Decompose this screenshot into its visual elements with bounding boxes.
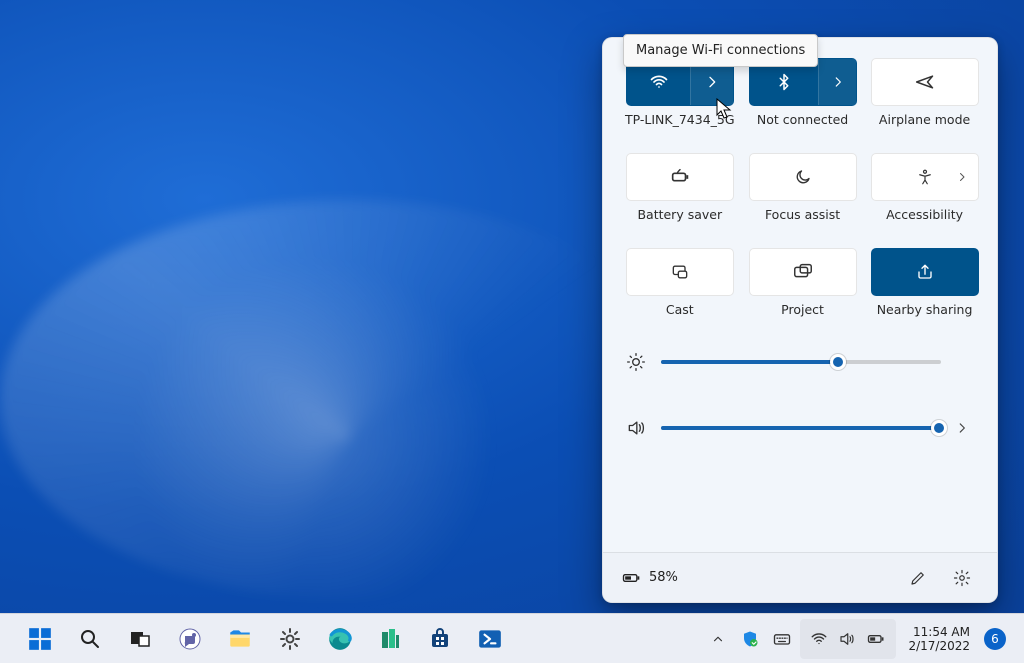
clock-time: 11:54 AM bbox=[908, 625, 970, 639]
airplane-mode-tile[interactable] bbox=[871, 58, 979, 106]
tooltip-manage-wifi: Manage Wi-Fi connections bbox=[623, 34, 818, 67]
brightness-icon bbox=[625, 351, 647, 373]
airplane-icon bbox=[915, 72, 935, 92]
volume-slider[interactable] bbox=[661, 418, 941, 438]
volume-icon bbox=[625, 417, 647, 439]
taskbar-pinned-apps bbox=[0, 619, 512, 659]
bluetooth-label: Not connected bbox=[757, 112, 848, 127]
task-view-button[interactable] bbox=[118, 619, 162, 659]
teams-chat-button[interactable] bbox=[168, 619, 212, 659]
powershell-button[interactable] bbox=[468, 619, 512, 659]
open-settings-button[interactable] bbox=[945, 561, 979, 595]
airplane-label: Airplane mode bbox=[879, 112, 970, 127]
notification-count: 6 bbox=[991, 632, 999, 646]
project-tile[interactable] bbox=[749, 248, 857, 296]
quick-settings-tiles: TP-LINK_7434_5G Not connected bbox=[603, 38, 997, 335]
tooltip-text: Manage Wi-Fi connections bbox=[636, 43, 805, 58]
nearby-sharing-label: Nearby sharing bbox=[877, 302, 973, 317]
touch-keyboard-button[interactable] bbox=[768, 619, 796, 659]
search-icon bbox=[78, 627, 102, 651]
task-view-icon bbox=[128, 627, 152, 651]
volume-row bbox=[625, 417, 975, 439]
cast-tile[interactable] bbox=[626, 248, 734, 296]
store-icon bbox=[428, 627, 452, 651]
building-icon bbox=[378, 627, 402, 651]
wifi-label: TP-LINK_7434_5G bbox=[625, 112, 735, 127]
taskbar: 11:54 AM 2/17/2022 6 bbox=[0, 613, 1024, 663]
volume-icon bbox=[838, 630, 856, 648]
cast-icon bbox=[670, 262, 690, 282]
battery-percent-text: 58% bbox=[649, 570, 678, 585]
edge-icon bbox=[327, 626, 353, 652]
gear-icon bbox=[278, 627, 302, 651]
focus-assist-tile[interactable] bbox=[749, 153, 857, 201]
powershell-icon bbox=[477, 626, 503, 652]
cast-label: Cast bbox=[666, 302, 694, 317]
keyboard-icon bbox=[772, 629, 792, 649]
chevron-right-icon bbox=[956, 171, 968, 183]
edit-quick-settings-button[interactable] bbox=[901, 561, 935, 595]
bluetooth-expand-button[interactable] bbox=[818, 59, 855, 105]
app-buildings-button[interactable] bbox=[368, 619, 412, 659]
network-sound-battery-button[interactable] bbox=[800, 619, 896, 659]
project-icon bbox=[792, 261, 814, 283]
file-explorer-button[interactable] bbox=[218, 619, 262, 659]
project-label: Project bbox=[781, 302, 824, 317]
windows-logo-icon bbox=[27, 626, 53, 652]
battery-icon bbox=[621, 568, 641, 588]
pencil-icon bbox=[909, 569, 927, 587]
chevron-right-icon bbox=[704, 74, 720, 90]
microsoft-store-button[interactable] bbox=[418, 619, 462, 659]
brightness-slider[interactable] bbox=[661, 352, 941, 372]
shield-icon bbox=[741, 630, 759, 648]
settings-app-button[interactable] bbox=[268, 619, 312, 659]
moon-icon bbox=[794, 168, 812, 186]
edge-browser-button[interactable] bbox=[318, 619, 362, 659]
search-button[interactable] bbox=[68, 619, 112, 659]
chevron-right-icon bbox=[831, 75, 845, 89]
bluetooth-icon bbox=[775, 73, 793, 91]
quick-settings-panel: Manage Wi-Fi connections TP-LINK_7434_5G bbox=[602, 37, 998, 603]
wifi-icon bbox=[810, 630, 828, 648]
clock-date: 2/17/2022 bbox=[908, 639, 970, 653]
battery-saver-label: Battery saver bbox=[637, 207, 722, 222]
file-explorer-icon bbox=[227, 626, 253, 652]
battery-saver-tile[interactable] bbox=[626, 153, 734, 201]
system-tray: 11:54 AM 2/17/2022 6 bbox=[704, 619, 1024, 659]
clock-button[interactable]: 11:54 AM 2/17/2022 bbox=[900, 625, 978, 653]
share-icon bbox=[916, 263, 934, 281]
gear-icon bbox=[953, 569, 971, 587]
wifi-icon bbox=[649, 72, 669, 92]
quick-settings-footer: 58% bbox=[603, 552, 997, 602]
accessibility-icon bbox=[916, 168, 934, 186]
nearby-sharing-tile[interactable] bbox=[871, 248, 979, 296]
chevron-up-icon bbox=[711, 632, 725, 646]
brightness-row bbox=[625, 351, 975, 373]
battery-saver-icon bbox=[669, 166, 691, 188]
battery-icon bbox=[866, 629, 886, 649]
notification-center-button[interactable]: 6 bbox=[984, 628, 1006, 650]
battery-status[interactable]: 58% bbox=[621, 568, 678, 588]
focus-assist-label: Focus assist bbox=[765, 207, 840, 222]
accessibility-tile[interactable] bbox=[871, 153, 979, 201]
tray-overflow-button[interactable] bbox=[704, 619, 732, 659]
start-button[interactable] bbox=[18, 619, 62, 659]
volume-output-button[interactable] bbox=[955, 421, 975, 435]
accessibility-label: Accessibility bbox=[886, 207, 963, 222]
windows-security-tray[interactable] bbox=[736, 619, 764, 659]
chat-icon bbox=[178, 627, 202, 651]
desktop-light-swirl bbox=[0, 200, 700, 600]
sliders-section bbox=[603, 335, 997, 439]
